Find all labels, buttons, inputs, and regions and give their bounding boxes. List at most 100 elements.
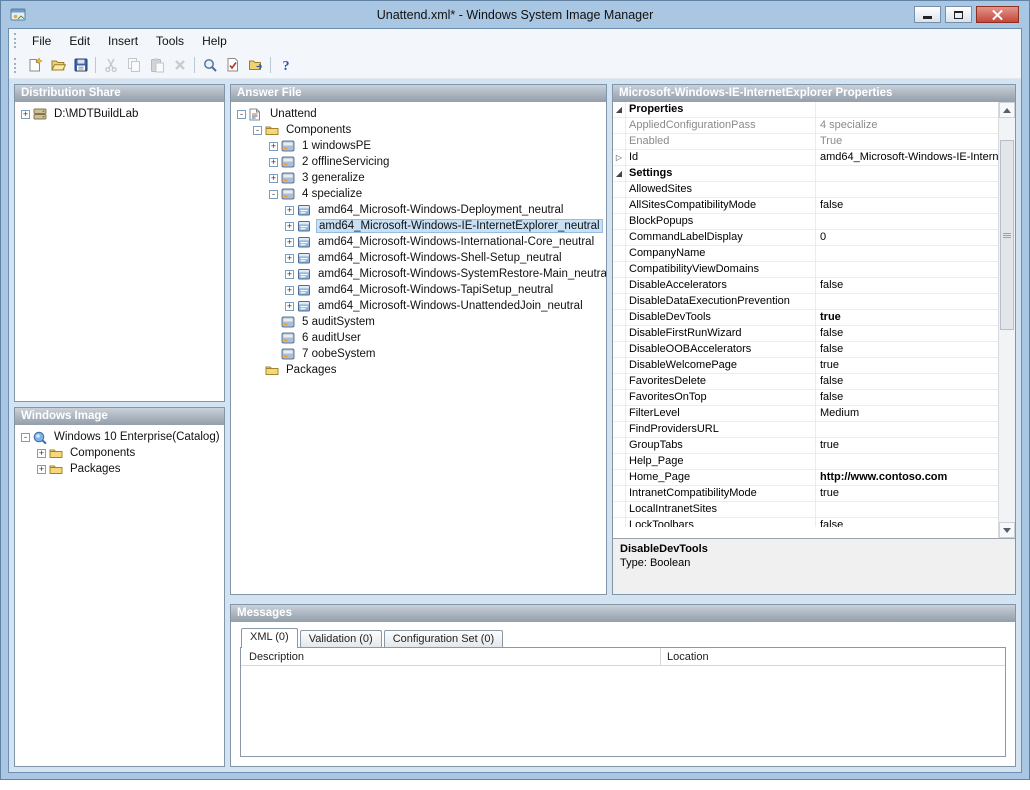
property-row[interactable]: CompatibilityViewDomains [613,262,998,278]
tree-item[interactable]: +Components [17,445,222,461]
scrollbar-thumb[interactable] [1000,140,1014,330]
tree-item[interactable]: +1 windowsPE [233,138,604,154]
tree-item[interactable]: +2 offlineServicing [233,154,604,170]
property-value[interactable] [816,214,998,229]
tree-item[interactable]: +amd64_Microsoft-Windows-International-C… [233,234,604,250]
property-row[interactable]: BlockPopups [613,214,998,230]
property-row[interactable]: CommandLabelDisplay0 [613,230,998,246]
tree-item[interactable]: -4 specialize [233,186,604,202]
property-row[interactable]: LockToolbarsfalse [613,518,998,527]
property-row[interactable]: EnabledTrue [613,134,998,150]
tree-item[interactable]: +Packages [17,461,222,477]
tree-item[interactable]: 6 auditUser [233,330,604,346]
tree-item[interactable]: Packages [233,362,604,378]
titlebar[interactable]: Unattend.xml* - Windows System Image Man… [8,1,1022,28]
property-row[interactable]: DisableDevToolstrue [613,310,998,326]
expand-icon[interactable]: + [285,286,294,295]
collapse-icon[interactable]: - [237,110,246,119]
tree-item[interactable]: 7 oobeSystem [233,346,604,362]
property-row[interactable]: AllowedSites [613,182,998,198]
property-row[interactable]: FavoritesDeletefalse [613,374,998,390]
property-value[interactable]: http://www.contoso.com [816,470,998,485]
location-column-header[interactable]: Location [661,648,1005,665]
tree-item[interactable]: +D:\MDTBuildLab [17,106,222,122]
property-value[interactable] [816,182,998,197]
tree-item[interactable]: +amd64_Microsoft-Windows-UnattendedJoin_… [233,298,604,314]
expand-icon[interactable]: + [269,174,278,183]
expand-icon[interactable]: + [285,206,294,215]
tree-item[interactable]: 5 auditSystem [233,314,604,330]
property-value[interactable] [816,454,998,469]
property-value[interactable]: false [816,342,998,357]
property-value[interactable]: true [816,438,998,453]
expand-icon[interactable]: + [21,110,30,119]
property-row[interactable]: AllSitesCompatibilityModefalse [613,198,998,214]
expand-icon[interactable]: + [269,142,278,151]
toolbar-grip[interactable] [14,58,19,73]
menu-file[interactable]: File [23,31,60,51]
minimize-button[interactable] [914,6,941,23]
menu-help[interactable]: Help [193,31,236,51]
property-value[interactable] [816,246,998,261]
expand-icon[interactable]: + [285,222,294,231]
property-value[interactable] [816,262,998,277]
create-config-set-icon[interactable] [244,54,267,76]
property-value[interactable]: amd64_Microsoft-Windows-IE-InternetEx [816,150,998,165]
tree-item[interactable]: -Windows 10 Enterprise(Catalog) [17,429,222,445]
scroll-up-button[interactable] [999,102,1015,118]
tree-item[interactable]: +amd64_Microsoft-Windows-Shell-Setup_neu… [233,250,604,266]
expand-icon[interactable]: + [269,158,278,167]
tree-item[interactable]: +amd64_Microsoft-Windows-TapiSetup_neutr… [233,282,604,298]
expand-icon[interactable]: + [285,302,294,311]
validate-icon[interactable] [221,54,244,76]
new-file-icon[interactable] [23,54,46,76]
tab-xml[interactable]: XML (0) [241,628,298,648]
menu-insert[interactable]: Insert [99,31,147,51]
property-row[interactable]: DisableWelcomePagetrue [613,358,998,374]
section-collapse-icon[interactable]: ◢ [613,166,626,181]
find-icon[interactable] [198,54,221,76]
property-value[interactable]: false [816,374,998,389]
property-row[interactable]: ◢Settings [613,166,998,182]
description-column-header[interactable]: Description [241,648,661,665]
expand-icon[interactable]: + [37,465,46,474]
tree-item[interactable]: -Components [233,122,604,138]
tree-item[interactable]: -Unattend [233,106,604,122]
property-value[interactable] [816,166,998,181]
tree-item[interactable]: +3 generalize [233,170,604,186]
property-row[interactable]: FilterLevelMedium [613,406,998,422]
property-value[interactable]: false [816,390,998,405]
expand-icon[interactable]: + [285,238,294,247]
collapse-icon[interactable]: - [253,126,262,135]
menu-edit[interactable]: Edit [60,31,99,51]
property-value[interactable]: 4 specialize [816,118,998,133]
save-icon[interactable] [69,54,92,76]
property-row[interactable]: GroupTabstrue [613,438,998,454]
tree-item[interactable]: +amd64_Microsoft-Windows-IE-InternetExpl… [233,218,604,234]
property-row[interactable]: AppliedConfigurationPass4 specialize [613,118,998,134]
property-value[interactable] [816,294,998,309]
property-value[interactable]: false [816,518,998,527]
property-row[interactable]: DisableAcceleratorsfalse [613,278,998,294]
property-row[interactable]: IntranetCompatibilityModetrue [613,486,998,502]
expand-icon[interactable]: + [285,254,294,263]
tree-item[interactable]: +amd64_Microsoft-Windows-SystemRestore-M… [233,266,604,282]
tab-configuration-set[interactable]: Configuration Set (0) [384,630,504,648]
property-value[interactable]: True [816,134,998,149]
property-value[interactable] [816,502,998,517]
property-value[interactable]: false [816,198,998,213]
property-row[interactable]: ◢Properties [613,102,998,118]
property-row[interactable]: LocalIntranetSites [613,502,998,518]
vertical-scrollbar[interactable] [998,102,1015,538]
open-file-icon[interactable] [46,54,69,76]
property-value[interactable]: true [816,310,998,325]
property-value[interactable]: 0 [816,230,998,245]
property-row[interactable]: ▷Idamd64_Microsoft-Windows-IE-InternetEx [613,150,998,166]
property-row[interactable]: Help_Page [613,454,998,470]
close-button[interactable] [976,6,1019,23]
property-row[interactable]: CompanyName [613,246,998,262]
section-collapse-icon[interactable]: ◢ [613,102,626,117]
property-row[interactable]: DisableOOBAcceleratorsfalse [613,342,998,358]
property-value[interactable] [816,102,998,117]
menubar-grip[interactable] [14,33,19,48]
